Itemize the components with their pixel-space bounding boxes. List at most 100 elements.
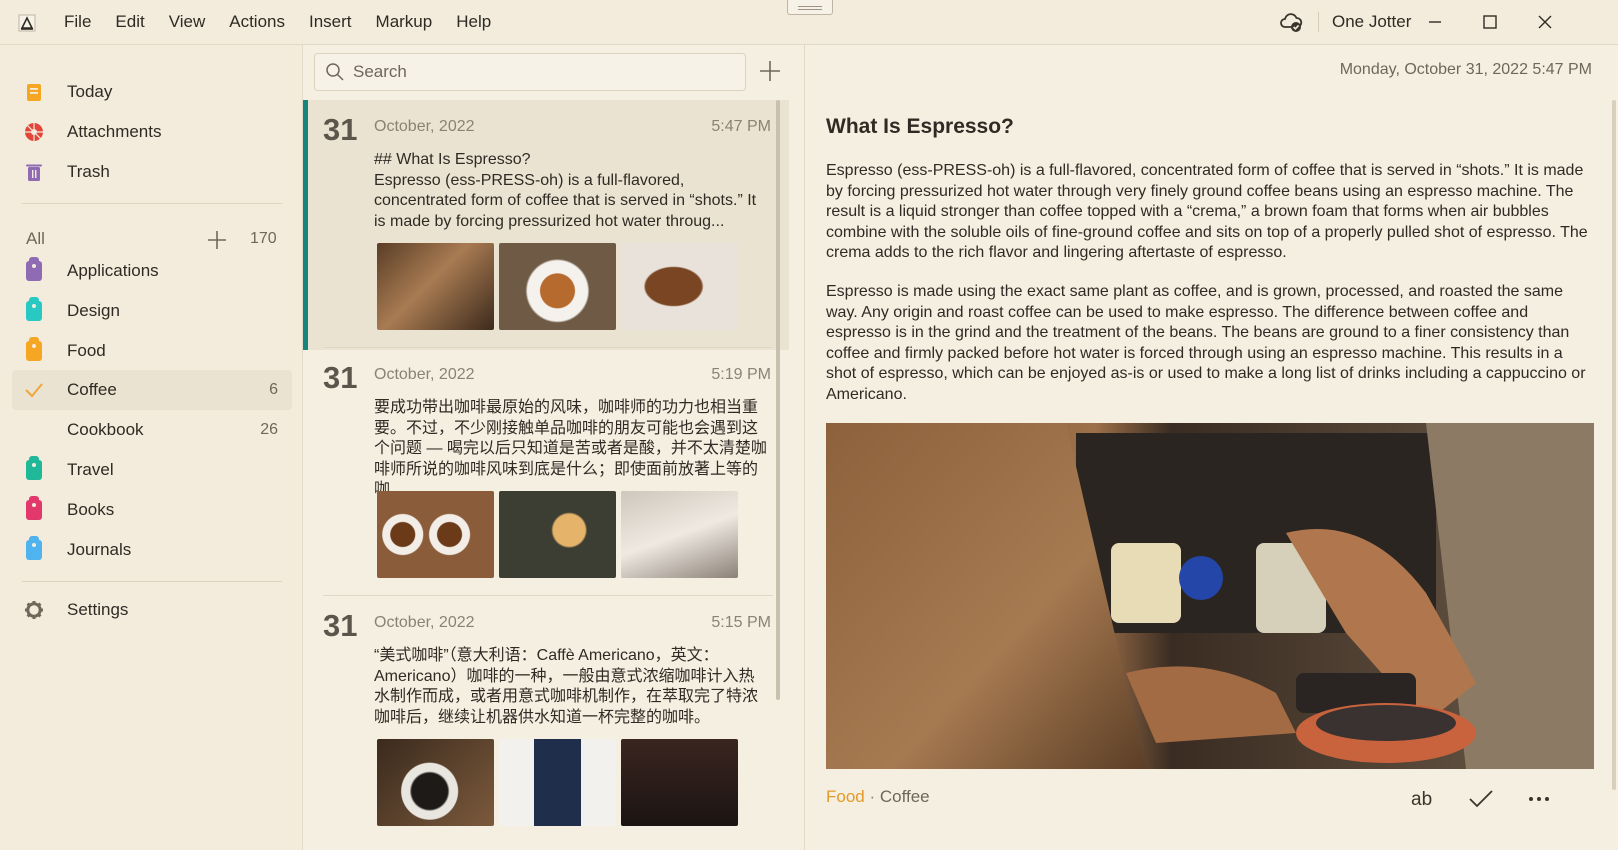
note-tags: Food · Coffee (826, 787, 930, 807)
more-options-icon[interactable] (1525, 787, 1553, 811)
search-icon (326, 63, 344, 81)
menu-edit[interactable]: Edit (103, 0, 156, 44)
gear-icon (25, 601, 43, 619)
account-name[interactable]: One Jotter (1332, 0, 1411, 44)
note-list-pane: Search 31 October, 2022 5:47 PM ## What … (303, 45, 804, 850)
tag-separator: · (864, 787, 880, 806)
note-excerpt: “美式咖啡”（意大利语：Caffè Americano，英文：Americano… (374, 647, 759, 726)
sidebar-item-label: Journals (67, 540, 132, 559)
window-drag-handle[interactable] (787, 0, 833, 15)
sidebar-item-label: Settings (67, 600, 129, 619)
menu-insert[interactable]: Insert (297, 0, 364, 44)
thumbnail-image[interactable] (621, 739, 738, 826)
sidebar-item-settings[interactable]: Settings (12, 590, 292, 630)
note-paragraph[interactable]: Espresso is made using the exact same pl… (826, 282, 1596, 405)
menu-help[interactable]: Help (444, 0, 503, 44)
title-bar: File Edit View Actions Insert Markup Hel… (0, 0, 1618, 45)
sidebar-item-label: Food (67, 341, 106, 360)
sidebar-item-applications[interactable]: Applications (12, 251, 292, 291)
note-thumbnails (377, 243, 738, 330)
tag-icon (26, 337, 42, 361)
tag-coffee[interactable]: Coffee (880, 787, 930, 806)
thumbnail-image[interactable] (377, 491, 494, 578)
sidebar-item-coffee[interactable]: Coffee 6 (12, 370, 292, 410)
tag-food[interactable]: Food (826, 787, 865, 806)
note-list-item[interactable]: 31 October, 2022 5:15 PM “美式咖啡”（意大利语：Caf… (303, 596, 789, 846)
sidebar-item-label: Books (67, 500, 115, 519)
note-excerpt: 要成功带出咖啡最原始的风味，咖啡师的功力也相当重要。不过，不少刚接触单品咖啡的朋… (374, 399, 767, 498)
sidebar-item-trash[interactable]: Trash (12, 152, 292, 192)
close-icon[interactable] (1531, 8, 1559, 36)
tag-icon (26, 456, 42, 480)
menu-actions[interactable]: Actions (217, 0, 297, 44)
note-time: 5:15 PM (711, 614, 771, 631)
checkmark-icon[interactable] (1467, 787, 1495, 811)
espresso-photo[interactable] (826, 423, 1594, 769)
note-month: October, 2022 (374, 118, 475, 135)
thumbnail-image[interactable] (621, 243, 738, 330)
note-list-item[interactable]: 31 October, 2022 5:47 PM ## What Is Espr… (303, 100, 789, 350)
note-datetime: Monday, October 31, 2022 5:47 PM (1339, 61, 1592, 78)
note-day: 31 (323, 608, 358, 643)
thumbnail-image[interactable] (499, 243, 616, 330)
thumbnail-image[interactable] (377, 739, 494, 826)
menu-view[interactable]: View (157, 0, 218, 44)
add-note-icon[interactable] (758, 59, 782, 83)
note-thumbnails (377, 739, 738, 826)
sidebar-item-today[interactable]: Today (12, 72, 292, 112)
spellcheck-icon[interactable]: ab (1409, 787, 1437, 811)
note-list-item[interactable]: 31 October, 2022 5:19 PM 要成功带出咖啡最原始的风味，咖… (303, 348, 789, 598)
sidebar-item-attachments[interactable]: Attachments (12, 112, 292, 152)
note-day: 31 (323, 360, 358, 395)
tag-icon (26, 257, 42, 281)
note-excerpt: ## What Is Espresso? Espresso (ess-PRESS… (374, 151, 757, 230)
note-day: 31 (323, 112, 358, 147)
thumbnail-image[interactable] (621, 491, 738, 578)
note-title[interactable]: What Is Espresso? (826, 115, 1014, 139)
search-box[interactable]: Search (314, 53, 746, 91)
note-time: 5:47 PM (711, 118, 771, 135)
tag-icon (26, 297, 42, 321)
editor-scrollbar[interactable] (1612, 100, 1616, 790)
sidebar-divider (22, 581, 282, 582)
sidebar-item-travel[interactable]: Travel (12, 450, 292, 490)
menu-markup[interactable]: Markup (364, 0, 445, 44)
note-list-scrollbar[interactable] (776, 100, 780, 700)
note-month: October, 2022 (374, 614, 475, 631)
maximize-icon[interactable] (1476, 8, 1504, 36)
thumbnail-image[interactable] (499, 739, 616, 826)
sidebar: Today Attachments Trash All 170 Applicat… (0, 45, 303, 850)
attachments-icon (25, 123, 43, 141)
sidebar-item-books[interactable]: Books (12, 490, 292, 530)
sidebar-item-design[interactable]: Design (12, 291, 292, 331)
sidebar-item-label: Cookbook (67, 420, 144, 439)
note-month: October, 2022 (374, 366, 475, 383)
sidebar-item-count: 6 (269, 381, 278, 398)
thumbnail-image[interactable] (377, 243, 494, 330)
sidebar-item-label: Travel (67, 460, 114, 479)
sidebar-item-cookbook[interactable]: Cookbook 26 (12, 410, 292, 450)
thumbnail-image[interactable] (499, 491, 616, 578)
note-time: 5:19 PM (711, 366, 771, 383)
menu-bar: File Edit View Actions Insert Markup Hel… (52, 0, 503, 44)
minimize-icon[interactable] (1421, 8, 1449, 36)
today-icon (27, 84, 41, 101)
search-input[interactable]: Search (353, 54, 407, 90)
sidebar-divider (22, 203, 282, 204)
menu-file[interactable]: File (52, 0, 103, 44)
sidebar-item-label: Design (67, 301, 120, 320)
svg-text:ab: ab (1411, 789, 1432, 810)
cloud-sync-icon[interactable] (1278, 10, 1304, 34)
sidebar-item-label: Applications (67, 261, 159, 280)
trash-icon (26, 164, 42, 181)
checkmark-icon (25, 383, 43, 398)
sidebar-item-food[interactable]: Food (12, 331, 292, 371)
note-thumbnails (377, 491, 738, 578)
note-editor: Monday, October 31, 2022 5:47 PM What Is… (805, 45, 1618, 850)
sidebar-item-label: Trash (67, 162, 110, 181)
title-separator (1318, 12, 1319, 32)
sidebar-item-journals[interactable]: Journals (12, 530, 292, 570)
sidebar-item-label: Today (67, 82, 113, 101)
add-notebook-icon[interactable] (206, 229, 228, 251)
note-paragraph[interactable]: Espresso (ess-PRESS-oh) is a full-flavor… (826, 161, 1596, 264)
